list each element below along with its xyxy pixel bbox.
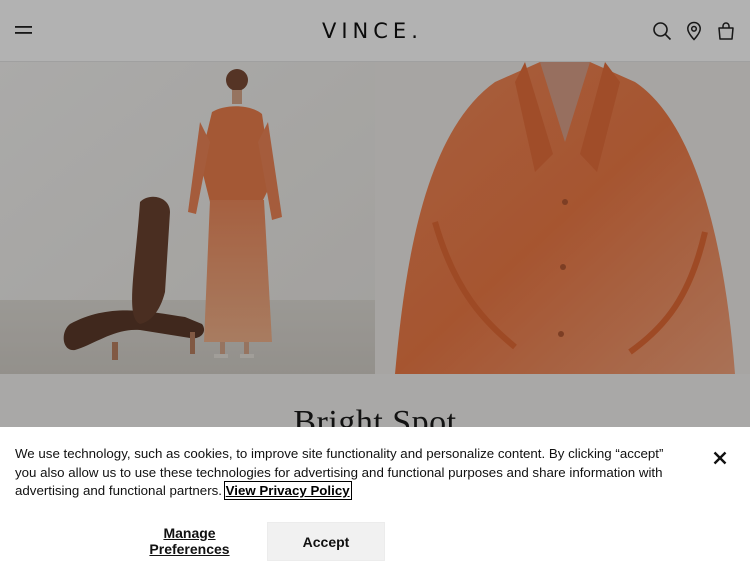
accept-button[interactable]: Accept (267, 522, 385, 561)
cookie-message: We use technology, such as cookies, to i… (15, 445, 685, 501)
cookie-consent-banner: We use technology, such as cookies, to i… (0, 427, 750, 563)
close-icon[interactable] (710, 448, 730, 468)
manage-preferences-button[interactable]: Manage Preferences (124, 522, 255, 560)
page: VINCE. Bright Spot We use technology, su… (0, 0, 750, 563)
privacy-policy-link[interactable]: View Privacy Policy (223, 481, 352, 500)
